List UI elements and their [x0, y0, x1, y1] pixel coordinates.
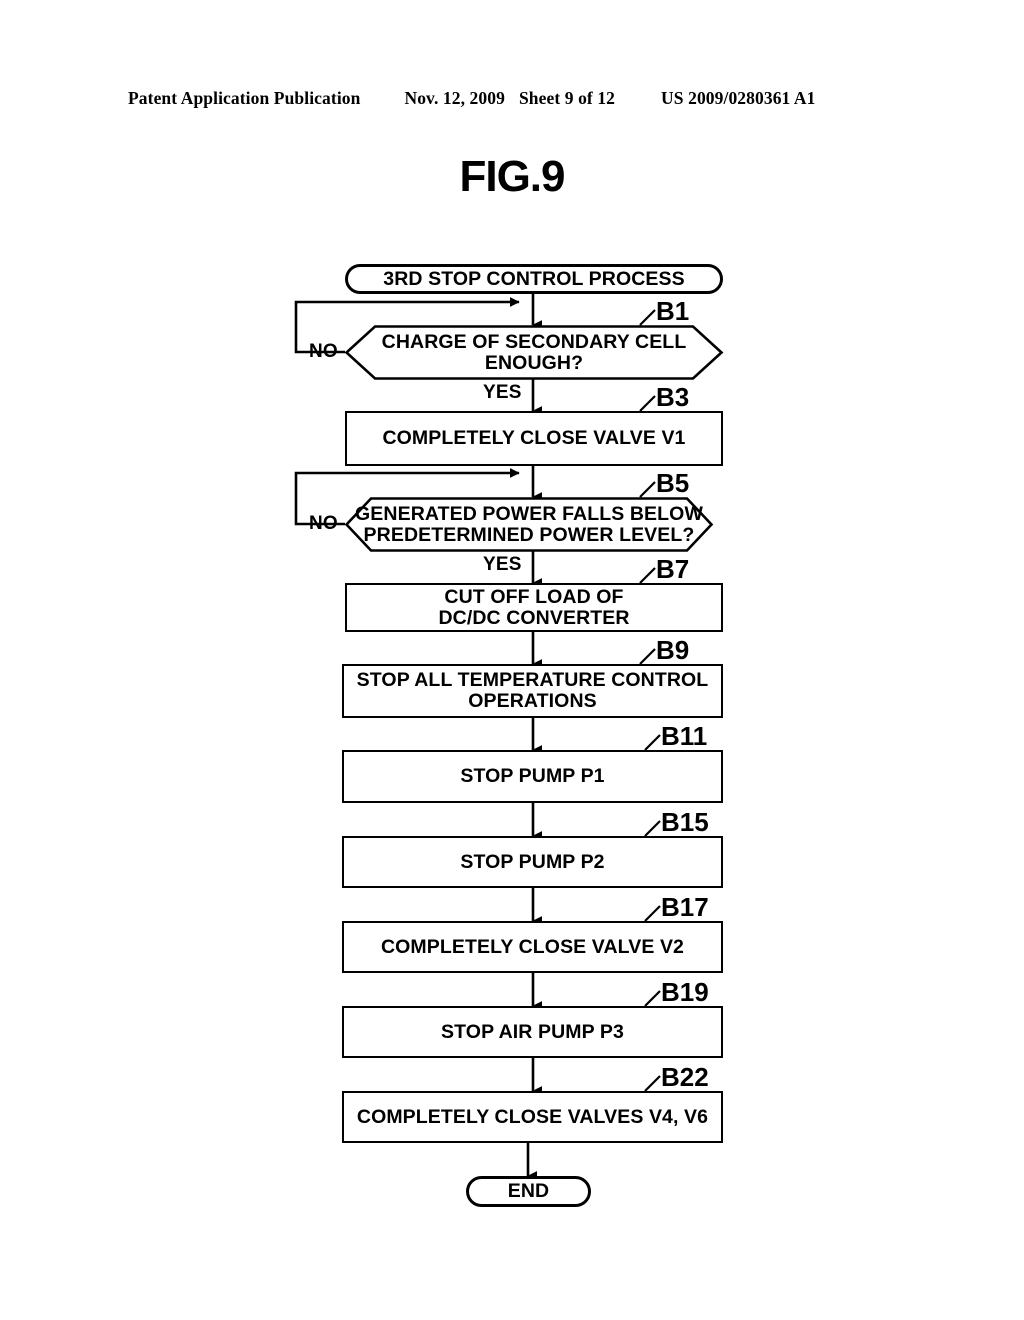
step-ref-b11: B11 — [661, 721, 708, 751]
process-b19-label: STOP AIR PUMP P3 — [441, 1020, 624, 1043]
process-b22: COMPLETELY CLOSE VALVES V4, V6 — [342, 1091, 723, 1143]
process-b9-line1: STOP ALL TEMPERATURE CONTROL — [356, 669, 709, 692]
flow-start-label: 3RD STOP CONTROL PROCESS — [383, 267, 685, 290]
process-b11-label: STOP PUMP P1 — [460, 765, 605, 788]
flow-start-terminator: 3RD STOP CONTROL PROCESS — [345, 264, 723, 294]
decision-b1-line2: ENOUGH? — [484, 351, 584, 374]
branch-label-b1-no: NO — [309, 341, 338, 362]
process-b22-label: COMPLETELY CLOSE VALVES V4, V6 — [356, 1105, 709, 1128]
process-b17-label: COMPLETELY CLOSE VALVE V2 — [380, 935, 684, 958]
process-b15: STOP PUMP P2 — [342, 836, 723, 888]
step-ref-b19: B19 — [661, 977, 709, 1007]
process-b7-line2: DC/DC CONVERTER — [438, 606, 630, 629]
step-ref-b17: B17 — [661, 892, 709, 922]
branch-label-b1-yes: YES — [483, 382, 522, 403]
process-b3: COMPLETELY CLOSE VALVE V1 — [345, 411, 723, 466]
step-ref-b5: B5 — [656, 468, 690, 498]
process-b7-line1: CUT OFF LOAD OF — [444, 585, 624, 608]
process-b17: COMPLETELY CLOSE VALVE V2 — [342, 921, 723, 973]
flow-end-label: END — [507, 1180, 550, 1203]
process-b19: STOP AIR PUMP P3 — [342, 1006, 723, 1058]
decision-b5-line2: PREDETERMINED POWER LEVEL? — [363, 523, 695, 546]
process-b15-label: STOP PUMP P2 — [460, 850, 605, 873]
decision-b1: CHARGE OF SECONDARY CELL ENOUGH? — [344, 325, 724, 380]
step-ref-b22: B22 — [661, 1062, 709, 1092]
process-b9: STOP ALL TEMPERATURE CONTROL OPERATIONS — [342, 664, 723, 718]
step-ref-b9: B9 — [656, 635, 690, 665]
process-b9-line2: OPERATIONS — [468, 690, 597, 712]
process-b11: STOP PUMP P1 — [342, 750, 723, 803]
decision-b5-line1: GENERATED POWER FALLS BELOW — [355, 502, 703, 525]
step-ref-b3: B3 — [656, 382, 690, 412]
decision-b1-line1: CHARGE OF SECONDARY CELL — [381, 330, 687, 353]
step-ref-b1: B1 — [656, 296, 690, 326]
process-b7: CUT OFF LOAD OF DC/DC CONVERTER — [345, 583, 723, 632]
branch-label-b5-no: NO — [309, 513, 338, 534]
flow-end-terminator: END — [466, 1176, 591, 1207]
step-ref-b7: B7 — [656, 554, 690, 584]
decision-b5: GENERATED POWER FALLS BELOW PREDETERMINE… — [344, 497, 714, 552]
process-b3-label: COMPLETELY CLOSE VALVE V1 — [382, 427, 686, 450]
branch-label-b5-yes: YES — [483, 554, 522, 575]
step-ref-b15: B15 — [661, 807, 709, 837]
